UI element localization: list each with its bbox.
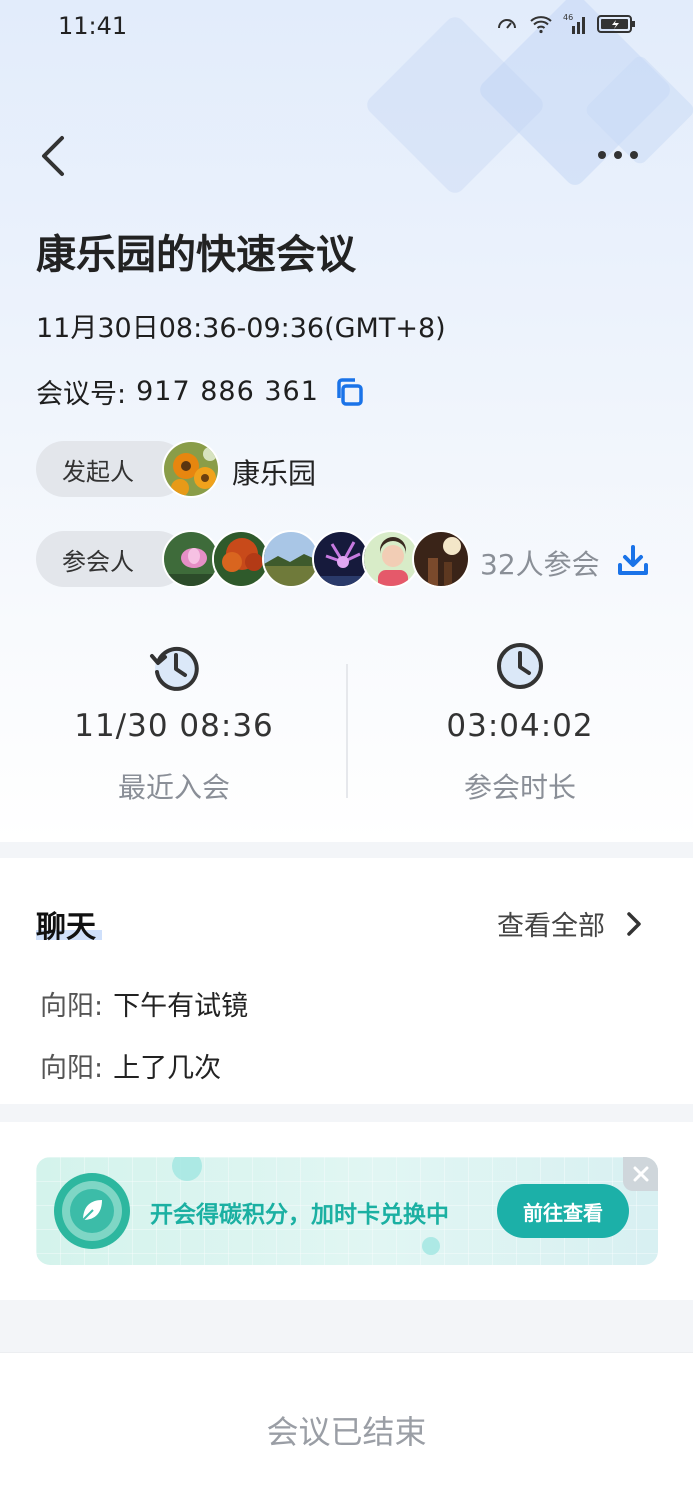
promo-view-button[interactable]: 前往查看 (497, 1184, 629, 1238)
meeting-ended-status: 会议已结束 (266, 1413, 427, 1451)
meeting-number-row: 会议号: 917 886 361 (36, 372, 365, 411)
last-join-stat: 11/30 08:36 最近入会 (44, 640, 304, 806)
close-icon (633, 1166, 648, 1182)
host-label: 发起人 (62, 457, 134, 486)
participants-label: 参会人 (62, 547, 134, 576)
host-name: 康乐园 (232, 457, 317, 490)
participant-count[interactable]: 32人参会 (480, 543, 600, 583)
duration-label: 参会时长 (463, 771, 576, 804)
meeting-number-label: 会议号: (36, 379, 127, 410)
last-join-label: 最近入会 (117, 771, 230, 804)
download-icon[interactable] (616, 543, 650, 577)
history-icon (150, 647, 199, 691)
speed-icon (498, 19, 516, 29)
promo-section: 开会得碳积分，加时卡兑换中 前往查看 (0, 1122, 693, 1300)
copy-icon[interactable] (333, 376, 365, 408)
chat-sender: 向阳: (40, 1053, 104, 1084)
status-icons: 46 (495, 12, 637, 36)
battery-icon (597, 15, 635, 33)
chat-title: 聊天 (36, 910, 96, 945)
more-options-button[interactable] (592, 140, 644, 170)
status-bar: 11:41 46 (0, 0, 693, 56)
leaf-icon (54, 1173, 130, 1249)
duration-value: 03:04:02 (446, 708, 594, 744)
svg-text:46: 46 (563, 13, 573, 22)
chat-section: 聊天 查看全部 向阳: 下午有试镜 向阳: 上了几次 (0, 858, 693, 1104)
duration-stat: 03:04:02 参会时长 (390, 640, 650, 806)
participant-avatar[interactable] (412, 530, 470, 588)
carbon-points-banner[interactable]: 开会得碳积分，加时卡兑换中 前往查看 (36, 1157, 658, 1265)
chat-text: 下午有试镜 (113, 991, 249, 1022)
bottom-bar: 会议已结束 (0, 1352, 693, 1500)
wifi-icon (530, 16, 552, 34)
clock-icon (497, 643, 543, 689)
meeting-title: 康乐园的快速会议 (36, 232, 356, 278)
chat-text: 上了几次 (113, 1053, 222, 1084)
meeting-time-range: 11月30日08:36-09:36(GMT+8) (36, 313, 446, 344)
view-all-label: 查看全部 (497, 911, 605, 942)
view-all-chat-button[interactable]: 查看全部 (497, 904, 645, 943)
host-avatar[interactable] (162, 440, 220, 498)
promo-text: 开会得碳积分，加时卡兑换中 (150, 1202, 449, 1228)
back-button[interactable] (34, 132, 74, 180)
chat-message: 向阳: 下午有试镜 (40, 984, 248, 1023)
signal-icon: 46 (563, 13, 585, 34)
chevron-right-icon (627, 911, 641, 936)
stats-divider (346, 664, 348, 798)
chat-message: 向阳: 上了几次 (40, 1046, 221, 1085)
meeting-number: 917 886 361 (136, 376, 319, 407)
close-banner-button[interactable] (623, 1157, 658, 1191)
status-time: 11:41 (58, 12, 128, 40)
chat-sender: 向阳: (40, 991, 104, 1022)
last-join-value: 11/30 08:36 (74, 708, 274, 744)
